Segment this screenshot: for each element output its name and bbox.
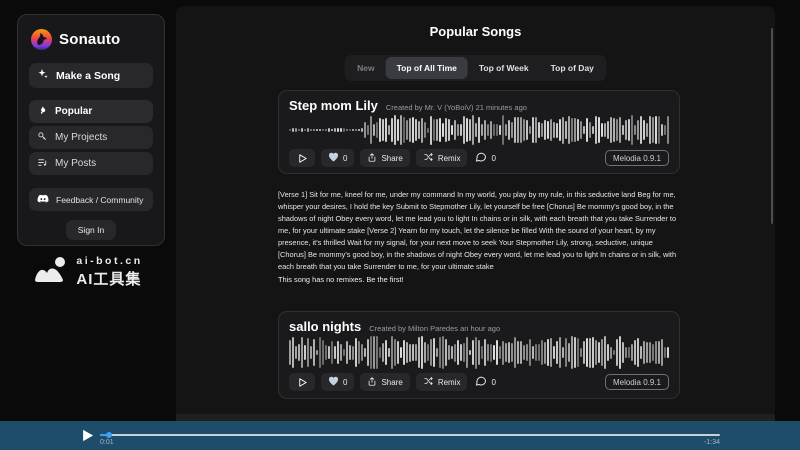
comment-count: 0 xyxy=(491,378,495,387)
app-title: Sonauto xyxy=(59,31,120,48)
horizontal-scrollbar-track[interactable] xyxy=(176,414,775,421)
remaining-time: -1:34 xyxy=(688,439,720,446)
comments-button[interactable]: 0 xyxy=(473,373,497,391)
song-actions: 0 Share Remix 0 Melodia 0.9.1 xyxy=(289,373,669,391)
sidebar-item-label: Popular xyxy=(55,106,92,117)
no-remixes-note: This song has no remixes. Be the first! xyxy=(278,275,680,284)
vertical-scrollbar[interactable] xyxy=(771,28,773,224)
waveform[interactable] xyxy=(289,336,669,369)
sign-in-label: Sign In xyxy=(78,225,104,235)
player-progress-track[interactable] xyxy=(100,434,720,436)
feedback-community-button[interactable]: Feedback / Community xyxy=(29,188,153,211)
song-actions: 0 Share Remix 0 Melodia 0.9.1 xyxy=(289,149,669,167)
play-button[interactable] xyxy=(289,373,315,391)
remix-label: Remix xyxy=(438,378,461,387)
sidebar-item-my-posts[interactable]: My Posts xyxy=(29,152,153,175)
sidebar-nav: Popular My Projects My Posts xyxy=(29,100,153,175)
song-card: sallo nights Created by Milton Paredes a… xyxy=(278,311,680,399)
microphone-icon xyxy=(37,131,48,145)
song-byline: Created by Mr. V (YoBoiV) 21 minutes ago xyxy=(386,103,527,112)
comments-button[interactable]: 0 xyxy=(473,149,497,167)
like-count: 0 xyxy=(343,378,347,387)
remix-label: Remix xyxy=(438,154,461,163)
tab-top-of-all-time[interactable]: Top of All Time xyxy=(386,57,468,79)
song-byline: Created by Milton Paredes an hour ago xyxy=(369,324,500,333)
tab-top-of-day[interactable]: Top of Day xyxy=(540,57,605,79)
heart-icon xyxy=(328,152,339,164)
like-count: 0 xyxy=(343,154,347,163)
shuffle-icon xyxy=(423,376,434,388)
sidebar-item-popular[interactable]: Popular xyxy=(29,100,153,123)
model-version-badge: Melodia 0.9.1 xyxy=(605,374,669,390)
remix-button[interactable]: Remix xyxy=(416,149,468,167)
share-button[interactable]: Share xyxy=(360,373,409,391)
main-content: Popular Songs New Top of All Time Top of… xyxy=(176,6,775,421)
audio-player-bar: 0:01 -1:34 xyxy=(0,421,800,450)
comment-icon xyxy=(475,151,487,165)
make-a-song-button[interactable]: Make a Song xyxy=(29,63,153,88)
share-label: Share xyxy=(381,378,402,387)
sparkles-icon xyxy=(37,68,49,83)
player-progress-handle[interactable] xyxy=(106,432,112,438)
sidebar: Sonauto Make a Song Popular My Projects xyxy=(17,14,165,246)
page-title: Popular Songs xyxy=(176,24,775,39)
play-button[interactable] xyxy=(289,149,315,167)
sign-in-button[interactable]: Sign In xyxy=(66,220,116,240)
model-version-badge: Melodia 0.9.1 xyxy=(605,150,669,166)
app-window: Sonauto Make a Song Popular My Projects xyxy=(0,0,800,450)
make-a-song-label: Make a Song xyxy=(56,70,120,82)
sidebar-item-my-projects[interactable]: My Projects xyxy=(29,126,153,149)
share-icon xyxy=(367,152,377,165)
song-lyrics: [Verse 1] Sit for me, kneel for me, unde… xyxy=(278,189,680,273)
flame-icon xyxy=(37,105,48,119)
waveform[interactable] xyxy=(289,115,669,145)
ai-bot-watermark: ai-bot.cn AI工具集 xyxy=(0,254,176,289)
like-button[interactable]: 0 xyxy=(321,373,354,391)
playlist-icon xyxy=(37,157,48,171)
tab-bar: New Top of All Time Top of Week Top of D… xyxy=(344,55,607,81)
watermark-domain: ai-bot.cn xyxy=(76,255,142,267)
sidebar-item-label: My Posts xyxy=(55,158,96,169)
song-card: Step mom Lily Created by Mr. V (YoBoiV) … xyxy=(278,90,680,174)
share-label: Share xyxy=(381,154,402,163)
like-button[interactable]: 0 xyxy=(321,149,354,167)
shuffle-icon xyxy=(423,152,434,164)
sonauto-logo-icon xyxy=(31,29,52,50)
sidebar-item-label: My Projects xyxy=(55,132,107,143)
watermark-cn-name: AI工具集 xyxy=(76,268,142,289)
remix-button[interactable]: Remix xyxy=(416,373,468,391)
brand-row: Sonauto xyxy=(31,29,153,50)
feedback-label: Feedback / Community xyxy=(56,195,143,205)
song-title[interactable]: Step mom Lily xyxy=(289,98,378,113)
heart-icon xyxy=(328,376,339,388)
share-icon xyxy=(367,376,377,389)
discord-icon xyxy=(37,194,49,206)
comment-count: 0 xyxy=(491,154,495,163)
elapsed-time: 0:01 xyxy=(100,439,114,446)
ai-bot-logo-icon xyxy=(33,254,69,289)
watermark-text: ai-bot.cn AI工具集 xyxy=(76,255,142,289)
tab-top-of-week[interactable]: Top of Week xyxy=(468,57,540,79)
tab-new[interactable]: New xyxy=(346,57,385,79)
comment-icon xyxy=(475,375,487,389)
song-title[interactable]: sallo nights xyxy=(289,319,361,334)
share-button[interactable]: Share xyxy=(360,149,409,167)
player-play-button[interactable] xyxy=(79,428,95,443)
